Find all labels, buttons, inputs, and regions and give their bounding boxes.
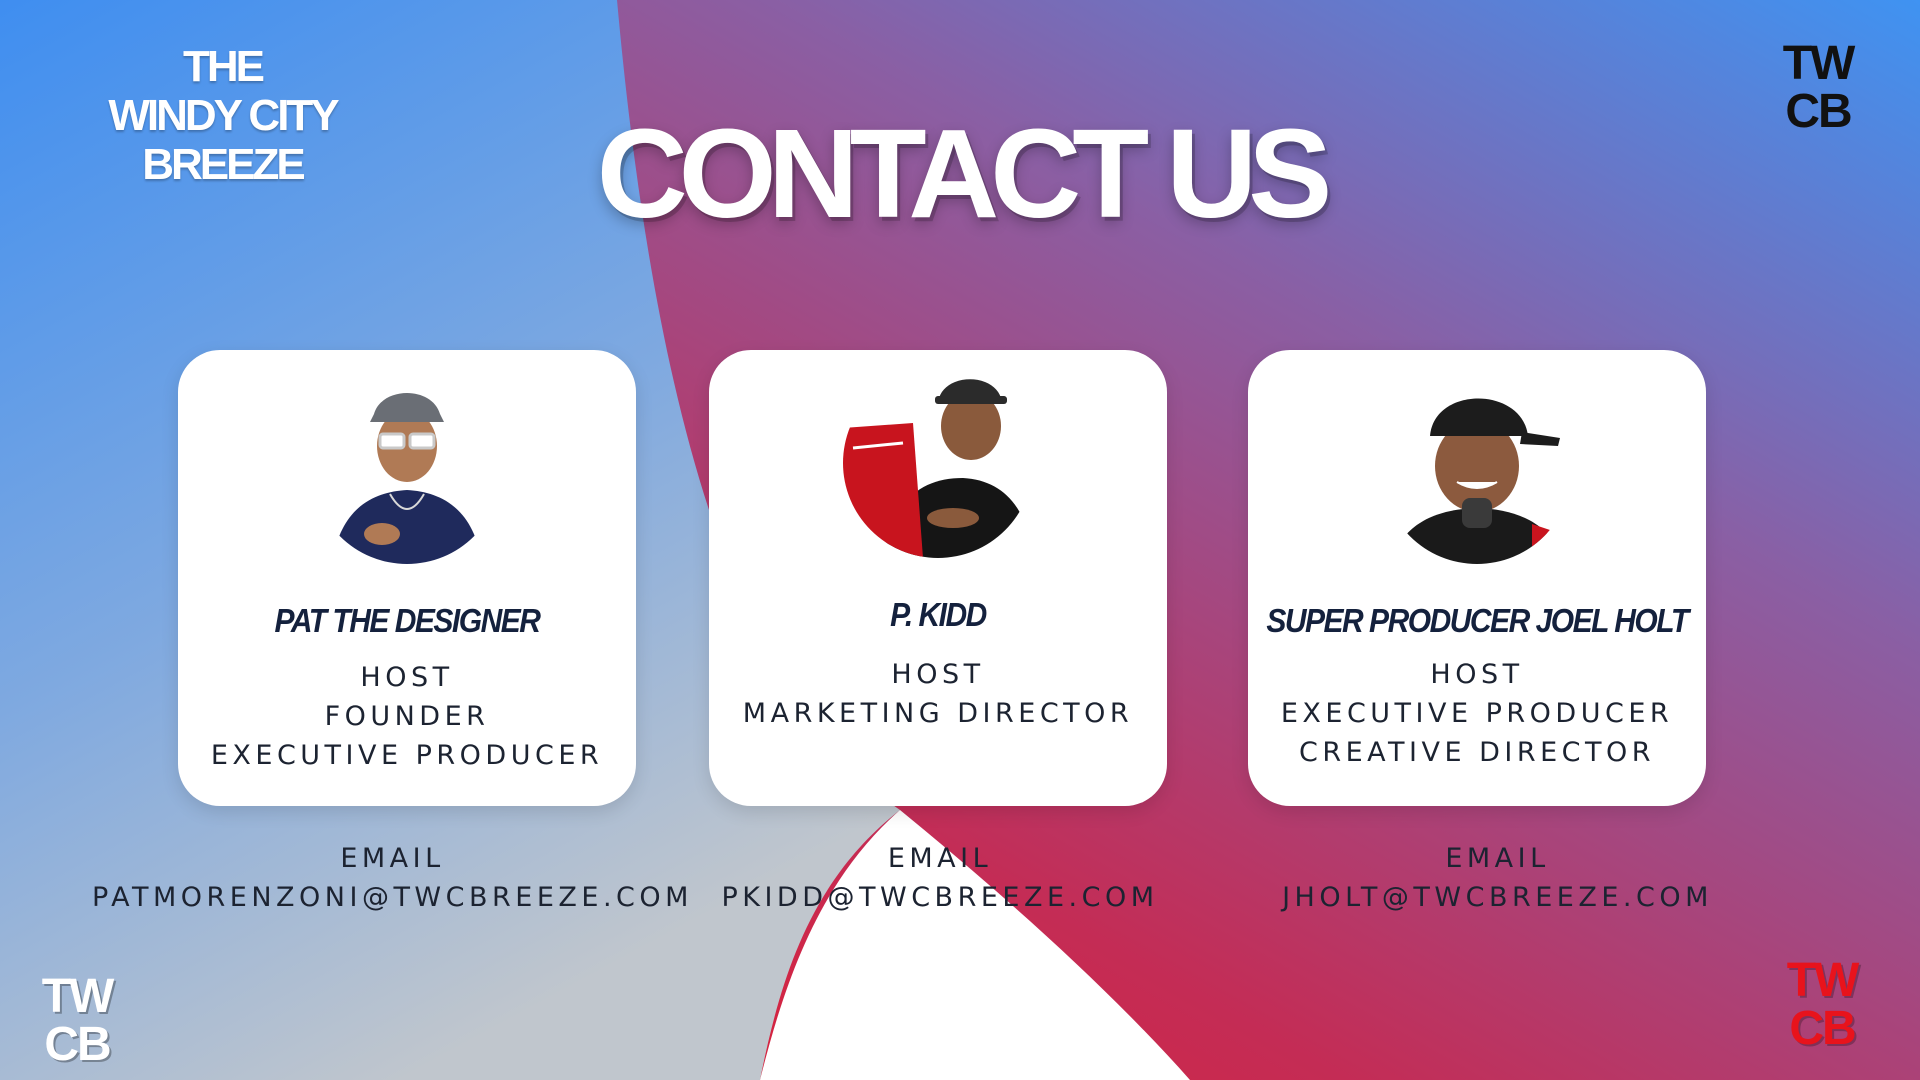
team-card-pat: PAT THE DESIGNER HOST FOUNDER EXECUTIVE … [178, 350, 636, 806]
email-label: EMAIL [340, 843, 445, 874]
email-link[interactable]: JHOLT@TWCBREEZE.COM [1220, 878, 1775, 917]
badge-line: TW [1786, 954, 1860, 1007]
avatar-photo [843, 368, 1033, 558]
member-role: HOST [360, 662, 454, 693]
email-link[interactable]: PKIDD@TWCBREEZE.COM [660, 878, 1220, 917]
twcb-badge-bottom-left: TW CB [27, 973, 127, 1069]
team-card-joel-holt: SUPER PRODUCER JOEL HOLT HOST EXECUTIVE … [1248, 350, 1706, 806]
member-roles: HOST EXECUTIVE PRODUCER CREATIVE DIRECTO… [1248, 655, 1706, 772]
avatar-photo [1382, 374, 1572, 564]
contact-p-kidd: EMAIL PKIDD@TWCBREEZE.COM [660, 839, 1220, 917]
member-role: HOST [1430, 659, 1524, 690]
badge-line: CB [1785, 85, 1852, 138]
member-name: PAT THE DESIGNER [274, 603, 541, 640]
contact-pat: EMAIL PATMORENZONI@TWCBREEZE.COM [80, 839, 705, 917]
badge-line: TW [41, 970, 115, 1023]
page-title: CONTACT US [596, 103, 1333, 244]
member-role: CREATIVE DIRECTOR [1298, 737, 1656, 768]
team-card-p-kidd: P. KIDD HOST MARKETING DIRECTOR [709, 350, 1167, 806]
member-role: EXECUTIVE PRODUCER [210, 740, 604, 771]
member-name: P. KIDD [890, 597, 987, 634]
logo-line: BREEZE [142, 140, 305, 189]
twcb-badge-bottom-right: TW CB [1772, 957, 1872, 1053]
email-label: EMAIL [1445, 843, 1550, 874]
member-roles: HOST MARKETING DIRECTOR [709, 655, 1167, 733]
contact-joel-holt: EMAIL JHOLT@TWCBREEZE.COM [1220, 839, 1775, 917]
member-role: MARKETING DIRECTOR [742, 698, 1134, 729]
email-link[interactable]: PATMORENZONI@TWCBREEZE.COM [80, 878, 705, 917]
member-name: SUPER PRODUCER JOEL HOLT [1266, 603, 1689, 640]
avatar-photo [312, 374, 502, 564]
badge-line: TW [1782, 37, 1856, 90]
windy-city-breeze-logo: THE WINDY CITY BREEZE [70, 42, 375, 189]
logo-line: THE [183, 42, 265, 91]
member-role: FOUNDER [324, 701, 490, 732]
badge-line: CB [1789, 1002, 1856, 1055]
email-label: EMAIL [887, 843, 993, 874]
badge-line: CB [44, 1018, 111, 1071]
logo-line: WINDY CITY [108, 91, 339, 140]
member-role: EXECUTIVE PRODUCER [1280, 698, 1674, 729]
twcb-badge-top-right: TW CB [1768, 40, 1868, 136]
member-roles: HOST FOUNDER EXECUTIVE PRODUCER [178, 658, 636, 775]
member-role: HOST [891, 659, 985, 690]
